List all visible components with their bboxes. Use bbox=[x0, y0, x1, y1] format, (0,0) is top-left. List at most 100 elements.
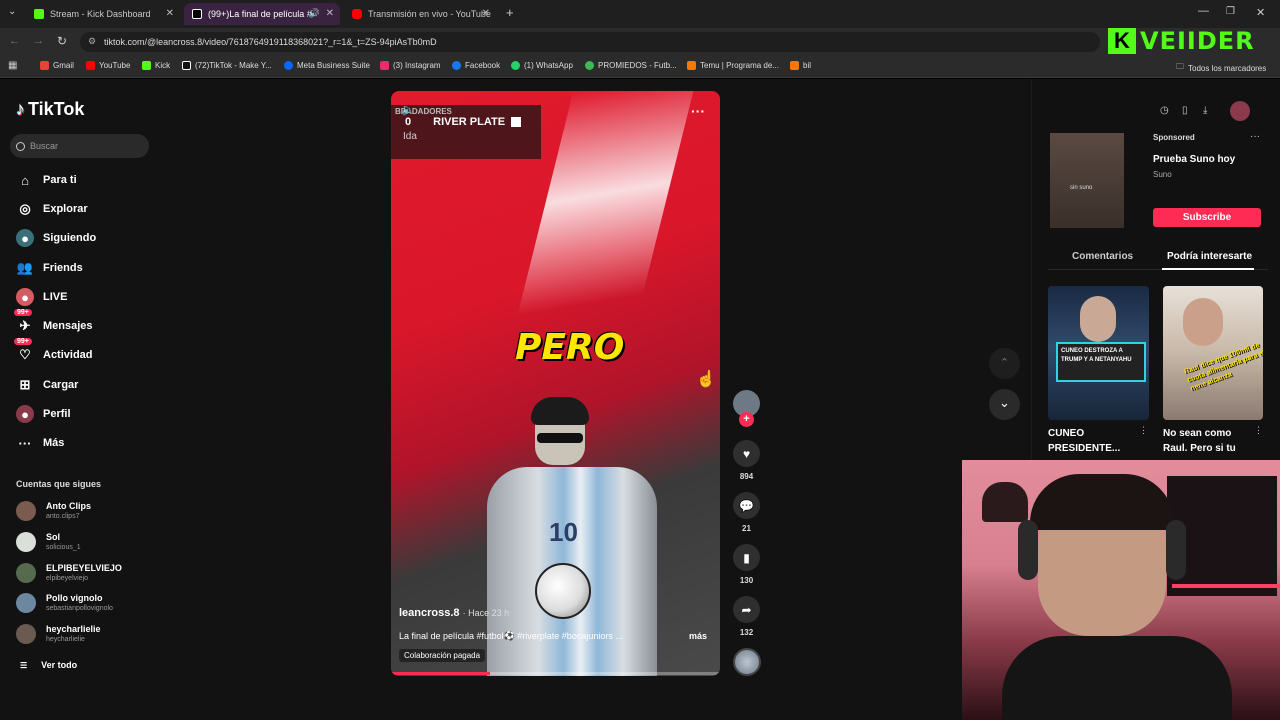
tab-comentarios[interactable]: Comentarios bbox=[1072, 251, 1133, 262]
see-all-button[interactable]: ☰ Ver todo bbox=[20, 660, 77, 670]
music-disc-icon[interactable] bbox=[733, 648, 761, 676]
tab-tiktok-active[interactable]: (99+)La final de película #fu 🔊 ✕ bbox=[184, 3, 340, 25]
friends-icon: 👥 bbox=[16, 260, 34, 275]
bookmark-icon[interactable]: ▮ bbox=[733, 544, 760, 571]
video-author[interactable]: leancross.8 bbox=[399, 607, 460, 619]
share-action[interactable]: ➦ 132 bbox=[733, 596, 760, 637]
suggestion-thumbnail[interactable]: CUNEO DESTROZA A TRUMP Y A NETANYAHU bbox=[1048, 286, 1149, 420]
messages-icon: ✈ 99+ bbox=[14, 309, 34, 335]
share-icon[interactable]: ➦ bbox=[733, 596, 760, 623]
search-icon bbox=[16, 141, 25, 151]
background-object bbox=[982, 482, 1028, 522]
nav-cargar[interactable]: ⊞ Cargar bbox=[16, 376, 79, 394]
subscribe-button[interactable]: Subscribe bbox=[1153, 208, 1261, 227]
bookmark-gmail[interactable]: Gmail bbox=[40, 61, 74, 70]
following-account[interactable]: ELPIBEYELVIEJO elpibeyelviejo bbox=[16, 563, 122, 583]
bookmark-facebook[interactable]: Facebook bbox=[452, 61, 500, 70]
url-text: tiktok.com/@leancross.8/video/7618764919… bbox=[104, 37, 437, 47]
suggestion-more-icon[interactable]: ⋮ bbox=[1139, 425, 1148, 436]
nav-actividad[interactable]: ♡ 99+ Actividad bbox=[14, 338, 93, 364]
suggestion-more-icon[interactable]: ⋮ bbox=[1254, 425, 1263, 436]
tab-title: (99+)La final de película #fu bbox=[208, 9, 312, 19]
address-bar[interactable]: ⚙ tiktok.com/@leancross.8/video/76187649… bbox=[80, 32, 1100, 52]
video-progress-bar[interactable] bbox=[391, 672, 720, 675]
speaker-icon[interactable]: 🔊 bbox=[309, 8, 320, 19]
following-account[interactable]: Anto Clips anto.clips7 bbox=[16, 501, 91, 521]
tab-search-chevron-icon[interactable]: ⌄ bbox=[8, 6, 16, 17]
bookmark-instagram[interactable]: (3) Instagram bbox=[380, 61, 441, 70]
bookmark-meta[interactable]: Meta Business Suite bbox=[284, 61, 370, 70]
sponsored-more-icon[interactable]: ··· bbox=[1250, 131, 1260, 142]
bookmark-whatsapp[interactable]: (1) WhatsApp bbox=[511, 61, 573, 70]
tiktok-logo[interactable]: ♪ TikTok bbox=[16, 99, 84, 120]
reload-icon[interactable]: ↻ bbox=[57, 34, 67, 48]
nav-live[interactable]: ● LIVE bbox=[16, 288, 67, 306]
suggestion-thumbnail[interactable]: Raul dice que 100mil de cuota alimentari… bbox=[1163, 286, 1263, 420]
tab-youtube-live[interactable]: Transmisión en vivo - YouTube ✕ bbox=[344, 3, 496, 25]
tab-podria-interesarte[interactable]: Podría interesarte bbox=[1167, 251, 1252, 262]
video-player[interactable]: BEADADORES 0 RIVER PLATE Ida 🔈 ··· PERO … bbox=[391, 91, 720, 676]
nav-para-ti[interactable]: ⌂ Para ti bbox=[16, 171, 77, 189]
forward-arrow-icon[interactable]: → bbox=[33, 35, 44, 47]
user-avatar[interactable] bbox=[1230, 101, 1250, 121]
bookmark-label: (1) WhatsApp bbox=[524, 61, 573, 70]
minimize-icon[interactable]: — bbox=[1198, 5, 1209, 17]
nav-siguiendo[interactable]: ● Siguiendo bbox=[16, 229, 96, 247]
suggestion-title[interactable]: CUNEO PRESIDENTE... bbox=[1048, 426, 1133, 456]
following-account[interactable]: Sol solicious_1 bbox=[16, 532, 81, 552]
nav-friends[interactable]: 👥 Friends bbox=[16, 259, 83, 277]
search-input[interactable]: Buscar bbox=[10, 134, 149, 158]
download-icon[interactable]: ⤓ bbox=[1203, 105, 1207, 116]
bookmark-promiedos[interactable]: PROMIEDOS - Futb... bbox=[585, 61, 677, 70]
see-all-label: Ver todo bbox=[41, 660, 78, 670]
following-account[interactable]: Pollo vignolo sebastianpollovignolo bbox=[16, 593, 113, 613]
device-icon[interactable]: ▯ bbox=[1182, 105, 1188, 116]
nav-label: LIVE bbox=[43, 291, 68, 303]
bookmark-kick[interactable]: Kick bbox=[142, 61, 170, 70]
site-info-icon[interactable]: ⚙ bbox=[88, 36, 96, 47]
following-account[interactable]: heycharlielie heycharlielie bbox=[16, 624, 101, 644]
speed-icon[interactable]: ◷ bbox=[1160, 105, 1169, 116]
bookmark-temu[interactable]: Temu | Programa de... bbox=[687, 61, 779, 70]
home-icon: ⌂ bbox=[21, 172, 29, 188]
comment-action[interactable]: 💬 21 bbox=[733, 492, 760, 533]
sponsored-title[interactable]: Prueba Suno hoy bbox=[1153, 154, 1235, 165]
all-bookmarks[interactable]: 🗀 Todos los marcadores bbox=[1176, 61, 1266, 75]
more-description-button[interactable]: más bbox=[689, 631, 707, 641]
account-handle: elpibeyelviejo bbox=[46, 575, 89, 582]
more-options-icon[interactable]: ··· bbox=[691, 103, 705, 119]
upload-icon: ⊞ bbox=[19, 377, 31, 392]
heart-icon[interactable]: ♥ bbox=[733, 440, 760, 467]
bookmark-youtube[interactable]: YouTube bbox=[86, 61, 130, 70]
bookmark-tiktok[interactable]: (72)TikTok - Make Y... bbox=[182, 61, 272, 70]
kick-favicon-icon bbox=[34, 9, 44, 19]
close-icon[interactable]: ✕ bbox=[482, 8, 490, 19]
window-close-icon[interactable]: ✕ bbox=[1256, 6, 1265, 19]
apps-grid-icon[interactable]: ▦ bbox=[8, 60, 17, 71]
save-action[interactable]: ▮ 130 bbox=[733, 544, 760, 585]
nav-explorar[interactable]: ◎ Explorar bbox=[16, 200, 87, 218]
bookmark-label: Todos los marcadores bbox=[1188, 63, 1267, 73]
mute-speaker-icon[interactable]: 🔈 bbox=[401, 103, 415, 116]
sponsored-thumbnail[interactable]: sin suno bbox=[1050, 133, 1124, 228]
nav-mas[interactable]: ··· Más bbox=[16, 434, 65, 452]
chevron-up-icon[interactable]: ⌃ bbox=[989, 348, 1020, 379]
webcam-overlay bbox=[962, 460, 1280, 720]
nav-mensajes[interactable]: ✈ 99+ Mensajes bbox=[14, 309, 93, 335]
like-action[interactable]: ♥ 894 bbox=[733, 440, 760, 481]
youtube-favicon-icon bbox=[352, 9, 362, 19]
bookmark-bil[interactable]: bil bbox=[790, 61, 811, 70]
thumbnail-person bbox=[1183, 298, 1223, 346]
nav-perfil[interactable]: ● Perfil bbox=[16, 405, 71, 423]
chevron-down-icon[interactable]: ⌄ bbox=[989, 389, 1020, 420]
video-progress-fill bbox=[391, 672, 490, 675]
restore-icon[interactable]: ❐ bbox=[1226, 6, 1235, 17]
new-tab-plus-icon[interactable]: + bbox=[506, 5, 514, 20]
comment-icon[interactable]: 💬 bbox=[733, 492, 760, 519]
close-icon[interactable]: ✕ bbox=[166, 8, 174, 19]
back-arrow-icon[interactable]: ← bbox=[9, 35, 20, 47]
streamer-logo-text: VEIIDER bbox=[1140, 27, 1255, 55]
follow-plus-icon[interactable]: + bbox=[739, 412, 754, 427]
close-icon[interactable]: ✕ bbox=[326, 8, 334, 19]
tab-kick-dashboard[interactable]: Stream - Kick Dashboard ✕ bbox=[26, 3, 180, 25]
